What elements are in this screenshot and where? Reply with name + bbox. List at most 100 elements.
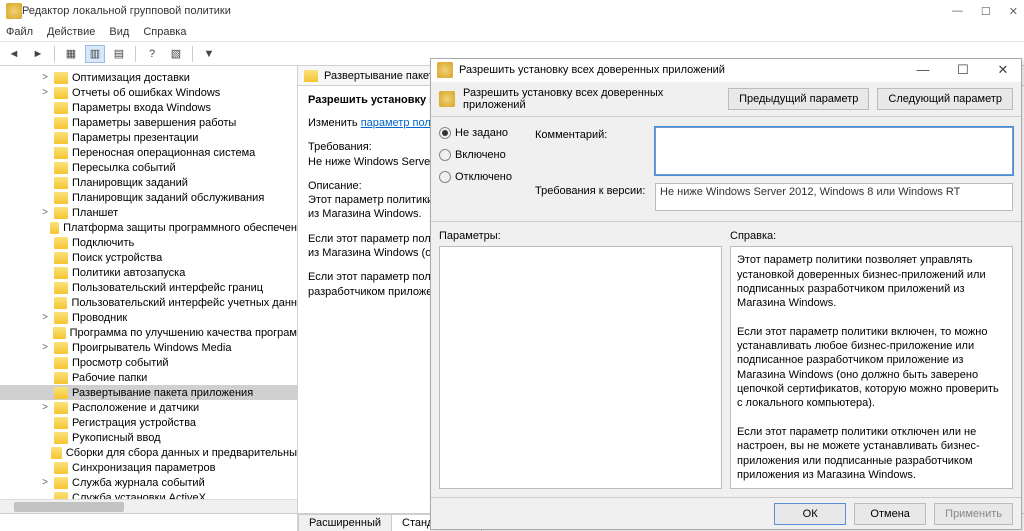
folder-icon [54, 462, 68, 474]
tree-item[interactable]: Параметры завершения работы [0, 115, 297, 130]
tree-item[interactable]: >Проводник [0, 310, 297, 325]
tree-item[interactable]: Синхронизация параметров [0, 460, 297, 475]
tree-item[interactable]: >Планшет [0, 205, 297, 220]
expand-icon[interactable]: > [40, 477, 50, 488]
tree-item[interactable]: Пользовательский интерфейс учетных данн [0, 295, 297, 310]
tree-item-label: Поиск устройства [72, 252, 162, 264]
tab-extended[interactable]: Расширенный [298, 514, 392, 531]
tree-item[interactable]: Поиск устройства [0, 250, 297, 265]
folder-icon [54, 282, 68, 294]
tree-item-label: Параметры завершения работы [72, 117, 236, 129]
tree-item[interactable]: Параметры входа Windows [0, 100, 297, 115]
tree-item-label: Программа по улучшению качества програм [70, 327, 297, 339]
parameters-box [439, 246, 722, 489]
folder-icon [54, 372, 68, 384]
dialog-bar-label: Разрешить установку всех доверенных прил… [463, 87, 720, 111]
export-list-icon[interactable]: ▤ [109, 45, 129, 63]
help-text-1: Этот параметр политики позволяет управля… [737, 253, 1006, 310]
folder-icon [54, 477, 68, 489]
cancel-button[interactable]: Отмена [854, 503, 926, 525]
nav-forward-icon[interactable]: ► [28, 45, 48, 63]
folder-icon [54, 252, 68, 264]
previous-setting-button[interactable]: Предыдущий параметр [728, 88, 869, 110]
help-label: Справка: [730, 230, 1013, 242]
expand-icon[interactable]: > [40, 312, 50, 323]
tree-item-label: Сборки для сбора данных и предварительны [66, 447, 297, 459]
folder-icon [304, 70, 318, 82]
menu-file[interactable]: Файл [6, 26, 33, 38]
help-icon[interactable]: ? [142, 45, 162, 63]
folder-icon [54, 207, 68, 219]
dialog-maximize-button[interactable]: ☐ [951, 62, 975, 78]
edit-prefix: Изменить [308, 117, 361, 129]
expand-icon[interactable]: > [40, 72, 50, 83]
tree-item[interactable]: Переносная операционная система [0, 145, 297, 160]
tree-item[interactable]: Пользовательский интерфейс границ [0, 280, 297, 295]
show-hide-tree-icon[interactable]: ▦ [61, 45, 81, 63]
dialog-close-button[interactable]: ✕ [991, 62, 1015, 78]
tree-item[interactable]: >Расположение и датчики [0, 400, 297, 415]
tree-item[interactable]: >Отчеты об ошибках Windows [0, 85, 297, 100]
comment-input[interactable] [655, 127, 1013, 175]
folder-icon [54, 117, 68, 129]
next-setting-button[interactable]: Следующий параметр [877, 88, 1013, 110]
description-label: Описание: [308, 180, 362, 192]
maximize-button[interactable]: ☐ [981, 5, 991, 18]
tree-item[interactable]: Просмотр событий [0, 355, 297, 370]
folder-icon [54, 162, 68, 174]
tree-item-label: Параметры презентации [72, 132, 198, 144]
tree-item[interactable]: Развертывание пакета приложения [0, 385, 297, 400]
folder-icon [54, 297, 68, 309]
help-box: Этот параметр политики позволяет управля… [730, 246, 1013, 489]
apply-button[interactable]: Применить [934, 503, 1013, 525]
menu-help[interactable]: Справка [143, 26, 186, 38]
menu-action[interactable]: Действие [47, 26, 95, 38]
tree-item[interactable]: Рабочие папки [0, 370, 297, 385]
properties-icon[interactable]: ▥ [85, 45, 105, 63]
expand-icon[interactable]: > [40, 342, 50, 353]
requirements-version-value: Не ниже Windows Server 2012, Windows 8 и… [655, 183, 1013, 211]
expand-icon[interactable]: > [40, 207, 50, 218]
radio-enabled[interactable] [439, 149, 451, 161]
dialog-title: Разрешить установку всех доверенных прил… [459, 64, 911, 76]
folder-icon [54, 132, 68, 144]
tree-item[interactable]: >Оптимизация доставки [0, 70, 297, 85]
ok-button[interactable]: ОК [774, 503, 846, 525]
expand-icon[interactable]: > [40, 402, 50, 413]
horizontal-scrollbar[interactable] [0, 499, 297, 513]
expand-icon[interactable]: > [40, 87, 50, 98]
close-button[interactable]: ✕ [1009, 5, 1018, 18]
tree-item-label: Параметры входа Windows [72, 102, 211, 114]
minimize-button[interactable]: — [952, 5, 963, 18]
tree-item[interactable]: Подключить [0, 235, 297, 250]
tree-item[interactable]: Рукописный ввод [0, 430, 297, 445]
tree-item[interactable]: Программа по улучшению качества програм [0, 325, 297, 340]
folder-icon [54, 387, 68, 399]
folder-icon [54, 177, 68, 189]
dialog-minimize-button[interactable]: — [911, 62, 935, 78]
tree-item[interactable]: Регистрация устройства [0, 415, 297, 430]
tree-item[interactable]: Планировщик заданий [0, 175, 297, 190]
tree-item-label: Служба журнала событий [72, 477, 205, 489]
tree-item[interactable]: Пересылка событий [0, 160, 297, 175]
radio-not-configured[interactable] [439, 127, 451, 139]
tree-item[interactable]: > Служба журнала событий [0, 475, 297, 490]
radio-disabled[interactable] [439, 171, 451, 183]
folder-icon [54, 357, 68, 369]
nav-back-icon[interactable]: ◄ [4, 45, 24, 63]
extended-view-icon[interactable]: ▧ [166, 45, 186, 63]
tree-item-label: Политики автозапуска [72, 267, 185, 279]
tree-item[interactable]: > Проигрыватель Windows Media [0, 340, 297, 355]
app-title: Редактор локальной групповой политики [22, 5, 952, 17]
tree-item[interactable]: Сборки для сбора данных и предварительны [0, 445, 297, 460]
folder-icon [54, 342, 68, 354]
tree-item[interactable]: Планировщик заданий обслуживания [0, 190, 297, 205]
filter-icon[interactable]: ▼ [199, 45, 219, 63]
tree-item[interactable]: Параметры презентации [0, 130, 297, 145]
folder-icon [51, 447, 61, 459]
tree-item-label: Переносная операционная система [72, 147, 255, 159]
tree-item[interactable]: Политики автозапуска [0, 265, 297, 280]
tree-item-label: Проигрыватель Windows Media [72, 342, 231, 354]
tree-item[interactable]: Платформа защиты программного обеспечен [0, 220, 297, 235]
menu-view[interactable]: Вид [109, 26, 129, 38]
